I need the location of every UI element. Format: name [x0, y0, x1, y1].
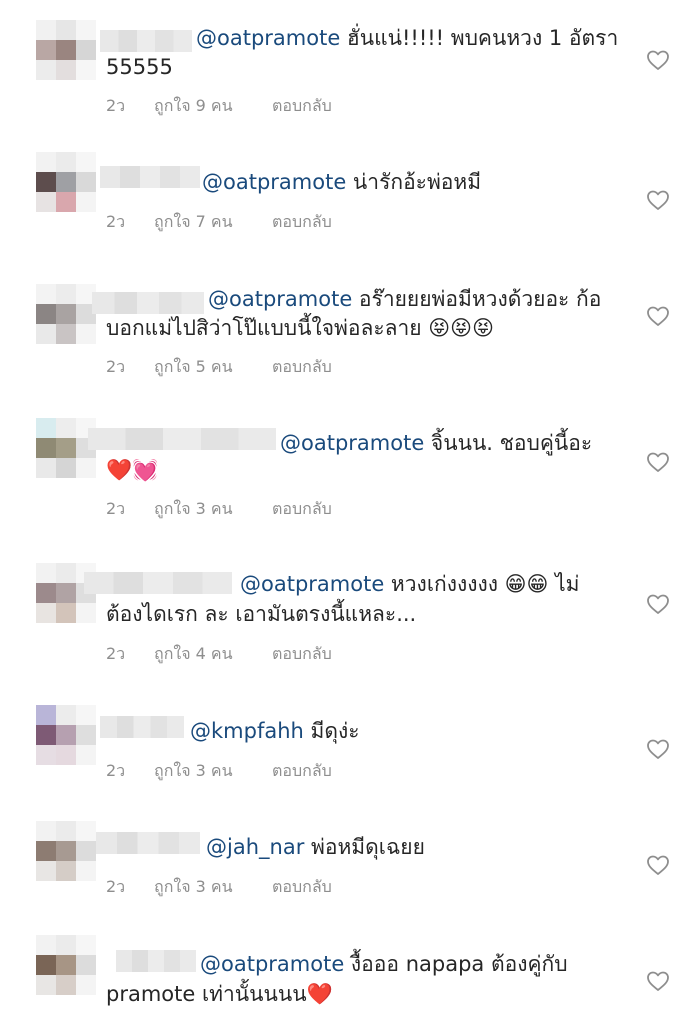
comment-body: น่ารักอ้ะพ่อหมี — [346, 170, 482, 194]
username-blurred[interactable] — [100, 716, 184, 738]
mention-link[interactable]: @oatpramote — [196, 26, 340, 50]
reply-button[interactable]: ตอบกลับ — [272, 94, 332, 119]
like-heart-icon[interactable] — [646, 737, 670, 761]
mention-link[interactable]: @oatpramote — [280, 431, 424, 455]
comment-text-line2: pramote เท่านั้นนนน❤️ — [106, 982, 333, 1006]
comment-text: @oatpramote จิ้นนน. ชอบคู่นี้อะ — [280, 429, 592, 458]
like-count[interactable]: ถูกใจ 3 คน — [154, 759, 272, 784]
comment-text: @kmpfahh มีดุง่ะ — [190, 717, 360, 746]
like-count[interactable]: ถูกใจ 3 คน — [154, 497, 272, 522]
username-blurred[interactable] — [116, 950, 196, 972]
comment-meta: 2ว ถูกใจ 3 คน ตอบกลับ — [106, 497, 332, 522]
comment-text-line2: บอกแม่ไปสิว่าโป๊แบบนี้ใจพ่อละลาย 😝😝😝 — [106, 316, 494, 340]
like-count[interactable]: ถูกใจ 7 คน — [154, 210, 272, 235]
reply-button[interactable]: ตอบกลับ — [272, 497, 332, 522]
comment-time: 2ว — [106, 499, 126, 518]
comment-body: อร๊ายยยพ่อมีหวงด้วยอะ ก้อ — [352, 287, 602, 311]
reply-button[interactable]: ตอบกลับ — [272, 355, 332, 380]
comment-text: @oatpramote อร๊ายยยพ่อมีหวงด้วยอะ ก้อ — [208, 285, 601, 314]
reply-button[interactable]: ตอบกลับ — [272, 759, 332, 784]
comment-time: 2ว — [106, 761, 126, 780]
mention-link[interactable]: @oatpramote — [202, 170, 346, 194]
avatar[interactable] — [36, 705, 96, 765]
comment-text: @oatpramote หวงเก่งงงงง 😁😁 ไม่ — [240, 570, 580, 599]
comment-meta: 2ว ถูกใจ 4 คน ตอบกลับ — [106, 642, 332, 667]
comment-text: @jah_nar พ่อหมีดุเฉยย — [206, 833, 425, 862]
username-blurred[interactable] — [100, 30, 192, 52]
reply-button[interactable]: ตอบกลับ — [272, 642, 332, 667]
comment-meta: 2ว ถูกใจ 5 คน ตอบกลับ — [106, 355, 332, 380]
comment-time: 2ว — [106, 644, 126, 663]
like-count[interactable]: ถูกใจ 5 คน — [154, 355, 272, 380]
avatar[interactable] — [36, 152, 96, 212]
comment-body: พ่อหมีดุเฉยย — [304, 835, 425, 859]
like-heart-icon[interactable] — [646, 592, 670, 616]
comment-text: @oatpramote งื้อออ napapa ต้องคู่กับ — [200, 950, 568, 979]
like-heart-icon[interactable] — [646, 969, 670, 993]
comment-text-line2: ❤️💓 — [106, 458, 159, 482]
like-count[interactable]: ถูกใจ 4 คน — [154, 642, 272, 667]
username-blurred[interactable] — [92, 292, 204, 314]
avatar[interactable] — [36, 284, 96, 344]
comment-body: งื้อออ napapa ต้องคู่กับ — [344, 952, 568, 976]
comment-meta: 2ว ถูกใจ 3 คน ตอบกลับ — [106, 759, 332, 784]
comment-text-line2: 55555 — [106, 55, 173, 79]
reply-button[interactable]: ตอบกลับ — [272, 875, 332, 900]
comment-text: @oatpramote ฮั่นแน่!!!!! พบคนหวง 1 อัตรา — [196, 24, 618, 53]
comment-body: หวงเก่งงงงง 😁😁 ไม่ — [384, 572, 580, 596]
comment-body: ฮั่นแน่!!!!! พบคนหวง 1 อัตรา — [340, 26, 619, 50]
comment-text: @oatpramote น่ารักอ้ะพ่อหมี — [202, 168, 481, 197]
reply-button[interactable]: ตอบกลับ — [272, 210, 332, 235]
comment-time: 2ว — [106, 212, 126, 231]
mention-link[interactable]: @kmpfahh — [190, 719, 304, 743]
like-count[interactable]: ถูกใจ 9 คน — [154, 94, 272, 119]
comment-body: จิ้นนน. ชอบคู่นี้อะ — [424, 431, 593, 455]
like-count[interactable]: ถูกใจ 3 คน — [154, 875, 272, 900]
comment-body: มีดุง่ะ — [303, 719, 360, 743]
comment-meta: 2ว ถูกใจ 9 คน ตอบกลับ — [106, 94, 332, 119]
mention-link[interactable]: @oatpramote — [200, 952, 344, 976]
mention-link[interactable]: @jah_nar — [206, 835, 304, 859]
like-heart-icon[interactable] — [646, 188, 670, 212]
mention-link[interactable]: @oatpramote — [240, 572, 384, 596]
comment-time: 2ว — [106, 96, 126, 115]
avatar[interactable] — [36, 418, 96, 478]
comment-text-line2: ต้องไดเรก ละ เอามันตรงนี้แหละ... — [106, 602, 417, 626]
like-heart-icon[interactable] — [646, 304, 670, 328]
comment-meta: 2ว ถูกใจ 3 คน ตอบกลับ — [106, 875, 332, 900]
avatar[interactable] — [36, 935, 96, 995]
avatar[interactable] — [36, 821, 96, 881]
username-blurred[interactable] — [88, 428, 276, 450]
like-heart-icon[interactable] — [646, 450, 670, 474]
comment-time: 2ว — [106, 877, 126, 896]
username-blurred[interactable] — [96, 832, 200, 854]
like-heart-icon[interactable] — [646, 48, 670, 72]
avatar[interactable] — [36, 20, 96, 80]
comment-meta: 2ว ถูกใจ 7 คน ตอบกลับ — [106, 210, 332, 235]
username-blurred[interactable] — [100, 166, 200, 188]
username-blurred[interactable] — [84, 572, 232, 594]
like-heart-icon[interactable] — [646, 853, 670, 877]
mention-link[interactable]: @oatpramote — [208, 287, 352, 311]
comment-time: 2ว — [106, 357, 126, 376]
